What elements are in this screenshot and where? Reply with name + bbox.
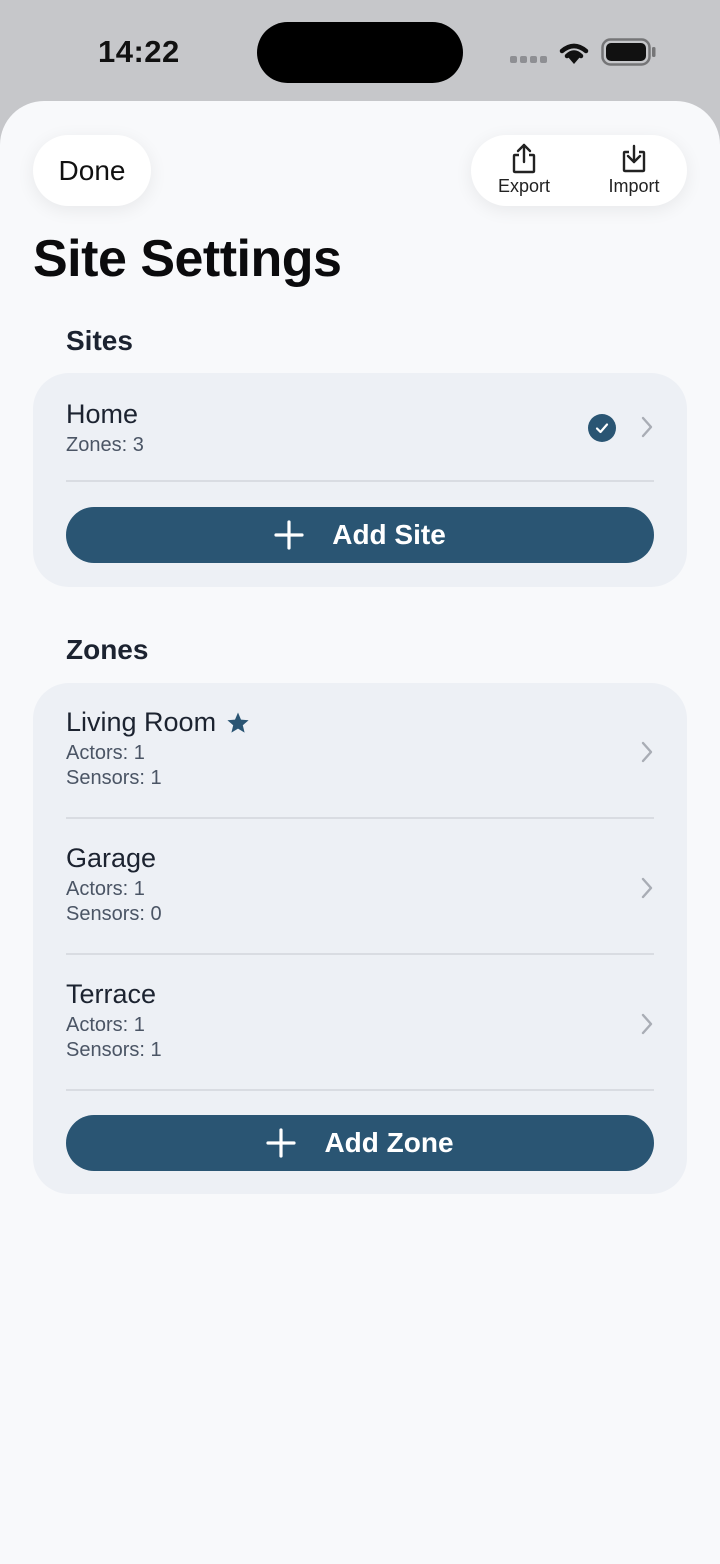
zone-name: Living Room xyxy=(66,707,217,737)
site-row-home[interactable]: Home Zones: 3 xyxy=(66,399,654,459)
divider xyxy=(66,480,654,482)
wifi-icon xyxy=(559,43,589,64)
zones-section-title: Zones xyxy=(66,634,149,665)
dynamic-island xyxy=(257,22,463,83)
chevron-right-icon xyxy=(641,741,653,763)
export-import-toolbar: Export Import xyxy=(471,135,687,206)
zone-row-living-room[interactable]: Living Room Actors: 1 Sensors: 1 xyxy=(66,707,654,797)
done-button[interactable]: Done xyxy=(33,135,151,206)
zones-card: Living Room Actors: 1 Sensors: 1 Garage … xyxy=(33,683,687,1194)
sites-card: Home Zones: 3 Add Site xyxy=(33,373,687,587)
favorite-star-icon xyxy=(227,712,249,733)
chevron-right-icon xyxy=(641,877,653,899)
zone-row-terrace[interactable]: Terrace Actors: 1 Sensors: 1 xyxy=(66,979,654,1069)
zone-actors-count: Actors: 1 xyxy=(66,742,145,764)
chevron-right-icon xyxy=(641,1013,653,1035)
export-label: Export xyxy=(497,176,551,196)
divider xyxy=(66,953,654,955)
add-zone-label: Add Zone xyxy=(324,1127,454,1158)
divider xyxy=(66,817,654,819)
cellular-signal-icon xyxy=(510,56,547,63)
plus-icon xyxy=(274,520,304,550)
export-button[interactable]: Export xyxy=(479,143,569,197)
zone-sensors-count: Sensors: 0 xyxy=(66,903,162,925)
zone-actors-count: Actors: 1 xyxy=(66,1014,145,1036)
site-zones-count: Zones: 3 xyxy=(66,434,144,456)
zone-row-garage[interactable]: Garage Actors: 1 Sensors: 0 xyxy=(66,843,654,933)
share-icon xyxy=(512,143,536,174)
site-name: Home xyxy=(66,399,139,429)
page-title: Site Settings xyxy=(33,230,342,288)
plus-icon xyxy=(266,1128,297,1158)
zone-sensors-count: Sensors: 1 xyxy=(66,1039,162,1061)
add-zone-button[interactable]: Add Zone xyxy=(66,1115,654,1171)
zone-sensors-count: Sensors: 1 xyxy=(66,767,162,789)
selected-checkmark-icon xyxy=(588,414,616,442)
status-time: 14:22 xyxy=(98,34,180,69)
battery-icon xyxy=(601,38,656,66)
settings-sheet: Done Export Import Site Settings Sites H… xyxy=(0,101,720,1564)
add-site-button[interactable]: Add Site xyxy=(66,507,654,563)
zone-actors-count: Actors: 1 xyxy=(66,878,145,900)
download-tray-icon xyxy=(622,144,646,173)
zone-name: Garage xyxy=(66,843,157,873)
import-label: Import xyxy=(608,176,660,196)
import-button[interactable]: Import xyxy=(589,143,679,197)
sites-section-title: Sites xyxy=(66,325,133,356)
status-bar: 14:22 xyxy=(0,0,720,102)
chevron-right-icon xyxy=(641,416,653,438)
divider xyxy=(66,1089,654,1091)
add-site-label: Add Site xyxy=(332,519,446,550)
zone-name: Terrace xyxy=(66,979,157,1009)
